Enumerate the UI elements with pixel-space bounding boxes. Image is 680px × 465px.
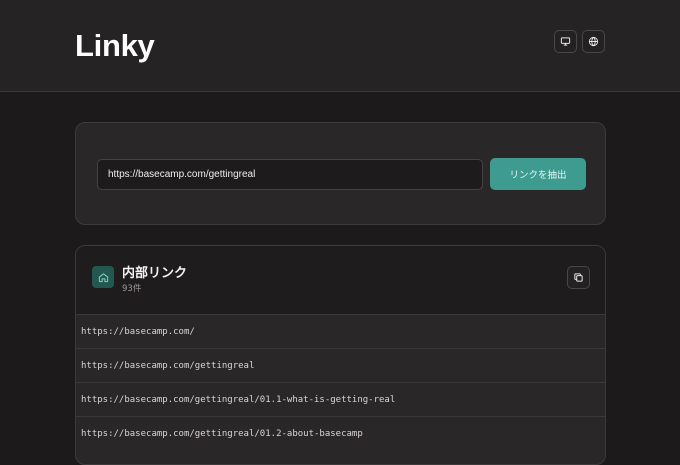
internal-links-card: 内部リンク 93件 https://basecamp.com/ https://… xyxy=(75,245,606,465)
link-row[interactable]: https://basecamp.com/gettingreal/01.2-ab… xyxy=(76,416,605,450)
app-logo: Linky xyxy=(75,28,155,63)
extract-links-button[interactable]: リンクを抽出 xyxy=(490,158,586,190)
copy-links-button[interactable] xyxy=(567,266,590,289)
copy-icon xyxy=(574,273,583,282)
url-input[interactable] xyxy=(97,159,483,190)
home-icon xyxy=(98,272,108,282)
monitor-icon xyxy=(560,37,571,46)
link-row[interactable]: https://basecamp.com/ xyxy=(76,314,605,348)
internal-links-header: 内部リンク 93件 xyxy=(76,246,605,314)
url-extract-card: リンクを抽出 xyxy=(75,122,606,225)
link-row[interactable]: https://basecamp.com/gettingreal xyxy=(76,348,605,382)
display-mode-button[interactable] xyxy=(554,30,577,53)
home-badge xyxy=(92,266,114,288)
internal-links-list: https://basecamp.com/ https://basecamp.c… xyxy=(76,314,605,450)
internal-links-count: 93件 xyxy=(122,284,142,294)
app-header: Linky xyxy=(0,0,680,92)
link-row[interactable]: https://basecamp.com/gettingreal/01.1-wh… xyxy=(76,382,605,416)
language-button[interactable] xyxy=(582,30,605,53)
globe-icon xyxy=(588,36,599,47)
internal-links-title: 内部リンク xyxy=(122,266,188,281)
